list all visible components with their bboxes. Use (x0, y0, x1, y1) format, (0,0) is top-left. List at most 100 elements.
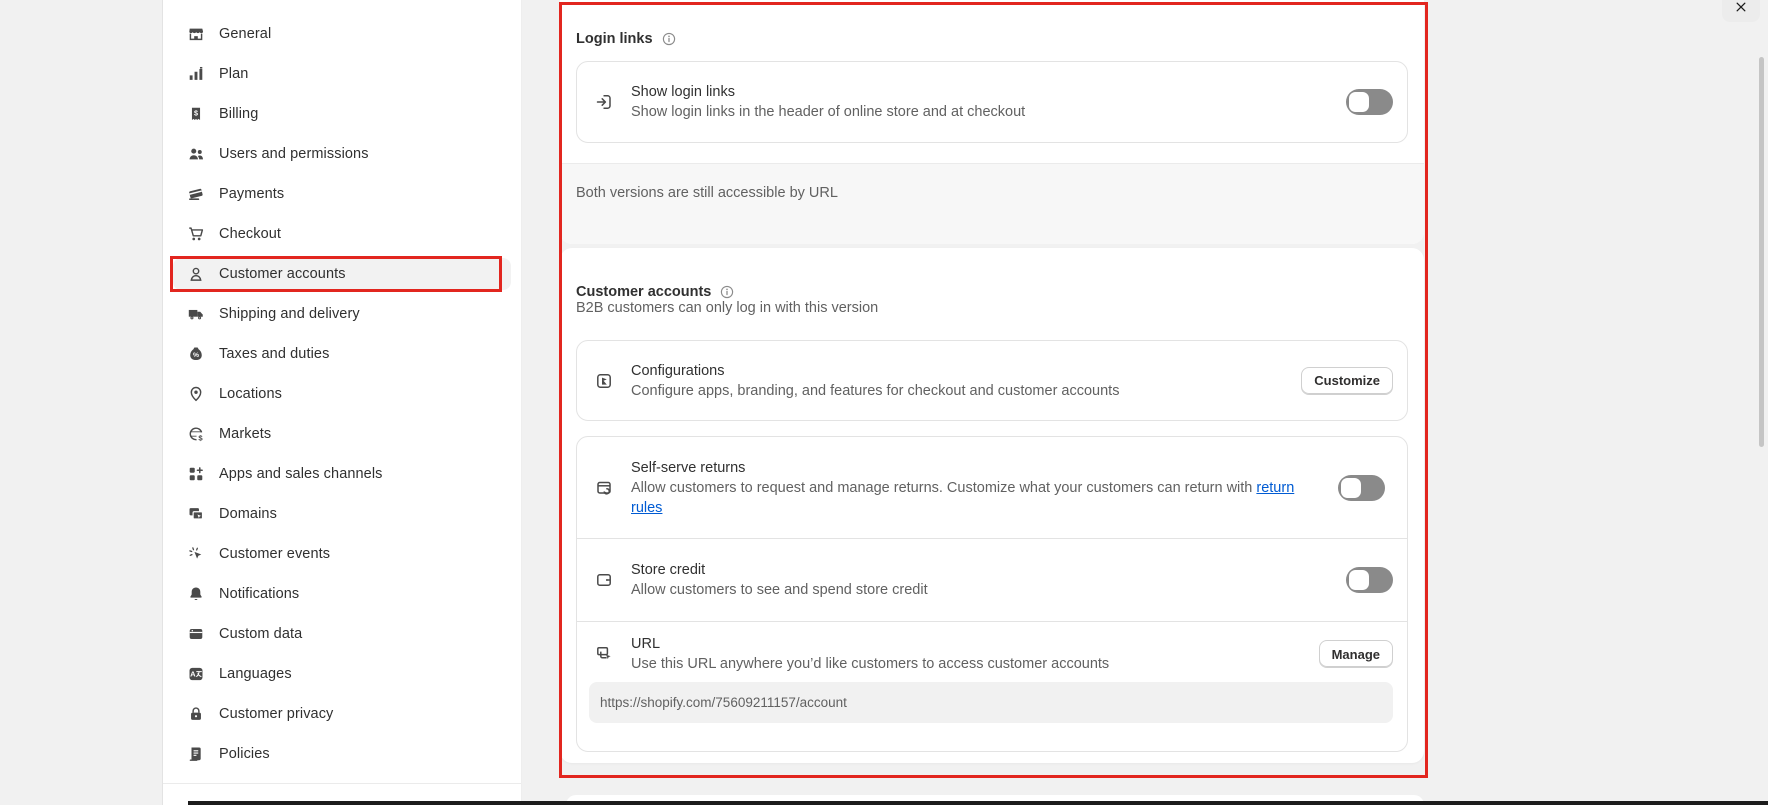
toggle-knob (1341, 478, 1361, 498)
configurations-icon (594, 371, 614, 391)
lock-icon (187, 705, 205, 723)
sidebar-item-label: General (219, 26, 271, 42)
login-links-title: Login links (576, 29, 653, 49)
customer-accounts-section: Customer accounts B2B customers can only… (560, 248, 1424, 763)
sidebar-item-label: Policies (219, 746, 270, 762)
sidebar-item-label: Users and permissions (219, 146, 369, 162)
sidebar-item-markets[interactable]: $ Markets (173, 418, 511, 450)
apps-grid-icon (187, 465, 205, 483)
sidebar-item-payments[interactable]: Payments (173, 178, 511, 210)
show-login-links-toggle[interactable] (1346, 89, 1393, 115)
sidebar-divider (163, 783, 521, 784)
sidebar-item-label: Custom data (219, 626, 302, 642)
setting-title: Self-serve returns (631, 458, 1321, 478)
billing-icon: $ (187, 105, 205, 123)
sidebar-item-label: Apps and sales channels (219, 466, 383, 482)
settings-sidebar: General Plan $ Billing Users and permiss… (162, 0, 522, 805)
sidebar-item-notifications[interactable]: Notifications (173, 578, 511, 610)
sidebar-item-checkout[interactable]: Checkout (173, 218, 511, 250)
sidebar-item-languages[interactable]: A Languages (173, 658, 511, 690)
sidebar-item-apps-sales-channels[interactable]: Apps and sales channels (173, 458, 511, 490)
cursor-spark-icon (187, 545, 205, 563)
account-features-list: Self-serve returns Allow customers to re… (576, 436, 1408, 752)
login-links-section: Login links Show login links Show login … (560, 0, 1424, 244)
sidebar-item-general[interactable]: General (173, 18, 511, 50)
login-arrow-icon (594, 92, 614, 112)
configurations-setting: Configurations Configure apps, branding,… (576, 340, 1408, 421)
footnote-text: Both versions are still accessible by UR… (576, 185, 838, 201)
tax-bag-icon: % (187, 345, 205, 363)
sidebar-item-customer-events[interactable]: Customer events (173, 538, 511, 570)
configurations-text: Configurations Configure apps, branding,… (631, 361, 1284, 401)
domains-icon (187, 505, 205, 523)
sidebar-item-taxes-duties[interactable]: % Taxes and duties (173, 338, 511, 370)
sidebar-item-label: Taxes and duties (219, 346, 329, 362)
setting-description: Allow customers to request and manage re… (631, 478, 1321, 518)
cart-icon (187, 225, 205, 243)
setting-description: Use this URL anywhere you’d like custome… (631, 654, 1302, 674)
store-credit-toggle[interactable] (1346, 567, 1393, 593)
bottom-dark-bar (188, 801, 1768, 805)
setting-title: Show login links (631, 82, 1329, 102)
document-icon (187, 745, 205, 763)
sidebar-item-label: Markets (219, 426, 271, 442)
sidebar-item-label: Locations (219, 386, 282, 402)
self-serve-returns-toggle[interactable] (1338, 475, 1385, 501)
sidebar-item-plan[interactable]: Plan (173, 58, 511, 90)
sidebar-item-label: Shipping and delivery (219, 306, 360, 322)
sidebar-item-label: Customer events (219, 546, 330, 562)
sidebar-item-users-permissions[interactable]: Users and permissions (173, 138, 511, 170)
setting-description: Configure apps, branding, and features f… (631, 381, 1284, 401)
bell-icon (187, 585, 205, 603)
plan-icon (187, 65, 205, 83)
close-button[interactable] (1722, 0, 1760, 22)
login-links-header: Login links (576, 17, 677, 61)
sidebar-item-policies[interactable]: Policies (173, 738, 511, 770)
payments-icon (187, 185, 205, 203)
svg-text:A: A (190, 670, 196, 679)
returns-icon (594, 478, 614, 498)
sidebar-item-label: Notifications (219, 586, 299, 602)
sidebar-item-label: Payments (219, 186, 284, 202)
description-text: Allow customers to request and manage re… (631, 480, 1256, 496)
sidebar-item-custom-data[interactable]: Custom data (173, 618, 511, 650)
setting-title: Configurations (631, 361, 1284, 381)
toggle-knob (1349, 92, 1369, 112)
account-url-field[interactable]: https://shopify.com/75609211157/account (589, 682, 1393, 723)
toggle-knob (1349, 570, 1369, 590)
sidebar-item-customer-accounts[interactable]: Customer accounts (173, 258, 511, 290)
account-url-value: https://shopify.com/75609211157/account (600, 695, 847, 710)
url-text: URL Use this URL anywhere you’d like cus… (631, 634, 1302, 674)
sidebar-item-billing[interactable]: $ Billing (173, 98, 511, 130)
manage-button[interactable]: Manage (1319, 640, 1393, 668)
sidebar-item-customer-privacy[interactable]: Customer privacy (173, 698, 511, 730)
map-pin-icon (187, 385, 205, 403)
store-credit-row: Store credit Allow customers to see and … (577, 538, 1407, 621)
setting-title: Store credit (631, 560, 1329, 580)
customize-button[interactable]: Customize (1301, 367, 1393, 395)
person-icon (187, 265, 205, 283)
users-icon (187, 145, 205, 163)
info-icon[interactable] (661, 31, 677, 47)
sidebar-item-label: Checkout (219, 226, 281, 242)
login-links-footnote: Both versions are still accessible by UR… (560, 163, 1424, 244)
svg-text:$: $ (198, 433, 203, 442)
show-login-links-text: Show login links Show login links in the… (631, 82, 1329, 122)
setting-description: Allow customers to see and spend store c… (631, 580, 1329, 600)
customer-accounts-subtitle: B2B customers can only log in with this … (576, 298, 878, 318)
self-serve-returns-text: Self-serve returns Allow customers to re… (631, 458, 1321, 518)
store-credit-icon (594, 570, 614, 590)
sidebar-item-label: Languages (219, 666, 292, 682)
truck-icon (187, 305, 205, 323)
setting-title: URL (631, 634, 1302, 654)
sidebar-item-label: Plan (219, 66, 248, 82)
vertical-scrollbar-thumb[interactable] (1759, 57, 1764, 447)
store-icon (187, 25, 205, 43)
url-row-header: URL Use this URL anywhere you’d like cus… (594, 634, 1393, 674)
sidebar-item-locations[interactable]: Locations (173, 378, 511, 410)
sidebar-item-domains[interactable]: Domains (173, 498, 511, 530)
svg-text:%: % (193, 352, 199, 359)
sidebar-item-shipping-delivery[interactable]: Shipping and delivery (173, 298, 511, 330)
data-box-icon (187, 625, 205, 643)
sidebar-item-label: Billing (219, 106, 258, 122)
